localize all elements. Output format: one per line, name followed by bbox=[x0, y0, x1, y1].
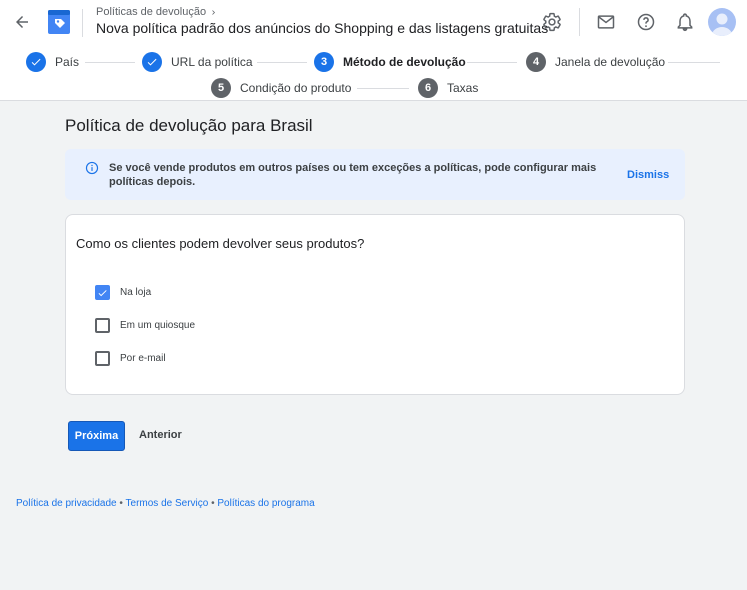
step-label: Método de devolução bbox=[343, 55, 466, 69]
header-divider bbox=[82, 9, 83, 37]
mail-icon[interactable] bbox=[594, 10, 618, 34]
step-url[interactable]: URL da política bbox=[142, 52, 253, 72]
section-title: Política de devolução para Brasil bbox=[65, 116, 313, 135]
step-number: 4 bbox=[526, 52, 546, 72]
help-icon[interactable] bbox=[634, 10, 658, 34]
breadcrumb-label[interactable]: Políticas de devolução bbox=[96, 6, 206, 18]
footer-separator: • bbox=[116, 498, 126, 509]
step-label: Condição do produto bbox=[240, 81, 352, 95]
step-connector bbox=[85, 62, 135, 63]
next-button[interactable]: Próxima bbox=[68, 421, 125, 451]
breadcrumb[interactable]: Políticas de devolução bbox=[96, 6, 218, 18]
step-connector bbox=[357, 88, 409, 89]
option-na-loja[interactable]: Na loja bbox=[95, 285, 151, 300]
checkbox-checked[interactable] bbox=[95, 285, 110, 300]
page-title: Nova política padrão dos anúncios do Sho… bbox=[96, 20, 549, 36]
progress-stepper: País URL da política 3 Método de devoluç… bbox=[0, 46, 747, 101]
step-label: Janela de devolução bbox=[555, 55, 666, 69]
top-bar: Políticas de devolução Nova política pad… bbox=[0, 0, 747, 46]
option-quiosque[interactable]: Em um quiosque bbox=[95, 318, 195, 333]
option-label: Por e-mail bbox=[120, 353, 166, 364]
step-number: 6 bbox=[418, 78, 438, 98]
info-icon bbox=[85, 161, 99, 175]
bell-icon[interactable] bbox=[673, 10, 697, 34]
question-text: Como os clientes podem devolver seus pro… bbox=[76, 236, 365, 251]
step-connector bbox=[467, 62, 517, 63]
step-label: Taxas bbox=[447, 81, 479, 95]
privacy-link[interactable]: Política de privacidade bbox=[16, 498, 117, 509]
step-taxas[interactable]: 6 Taxas bbox=[418, 78, 478, 98]
step-pais[interactable]: País bbox=[26, 52, 79, 72]
shopping-tag-icon bbox=[47, 9, 71, 35]
footer-links: Política de privacidade • Termos de Serv… bbox=[16, 498, 315, 509]
step-metodo[interactable]: 3 Método de devolução bbox=[314, 52, 466, 72]
header-divider-right bbox=[579, 8, 580, 36]
info-text: Se você vende produtos em outros países … bbox=[109, 162, 597, 188]
option-email[interactable]: Por e-mail bbox=[95, 351, 166, 366]
gear-icon[interactable] bbox=[540, 10, 564, 34]
step-janela[interactable]: 4 Janela de devolução bbox=[526, 52, 665, 72]
checkmark-icon bbox=[142, 52, 162, 72]
step-condicao[interactable]: 5 Condição do produto bbox=[211, 78, 351, 98]
dismiss-button[interactable]: Dismiss bbox=[627, 169, 669, 181]
program-policies-link[interactable]: Políticas do programa bbox=[217, 498, 314, 509]
step-connector bbox=[257, 62, 307, 63]
checkbox[interactable] bbox=[95, 318, 110, 333]
back-arrow-icon[interactable] bbox=[10, 10, 34, 34]
step-label: País bbox=[55, 55, 80, 69]
previous-button[interactable]: Anterior bbox=[139, 429, 182, 441]
option-label: Em um quiosque bbox=[120, 320, 196, 331]
terms-link[interactable]: Termos de Serviço bbox=[126, 498, 209, 509]
chevron-right-icon bbox=[212, 9, 216, 15]
info-banner: Se você vende produtos em outros países … bbox=[65, 149, 685, 200]
step-label: URL da política bbox=[171, 55, 253, 69]
return-method-card: Como os clientes podem devolver seus pro… bbox=[65, 214, 685, 395]
checkbox[interactable] bbox=[95, 351, 110, 366]
avatar[interactable] bbox=[708, 8, 736, 36]
checkmark-icon bbox=[26, 52, 46, 72]
step-number: 5 bbox=[211, 78, 231, 98]
option-label: Na loja bbox=[120, 287, 152, 298]
step-connector bbox=[668, 62, 720, 63]
step-number: 3 bbox=[314, 52, 334, 72]
